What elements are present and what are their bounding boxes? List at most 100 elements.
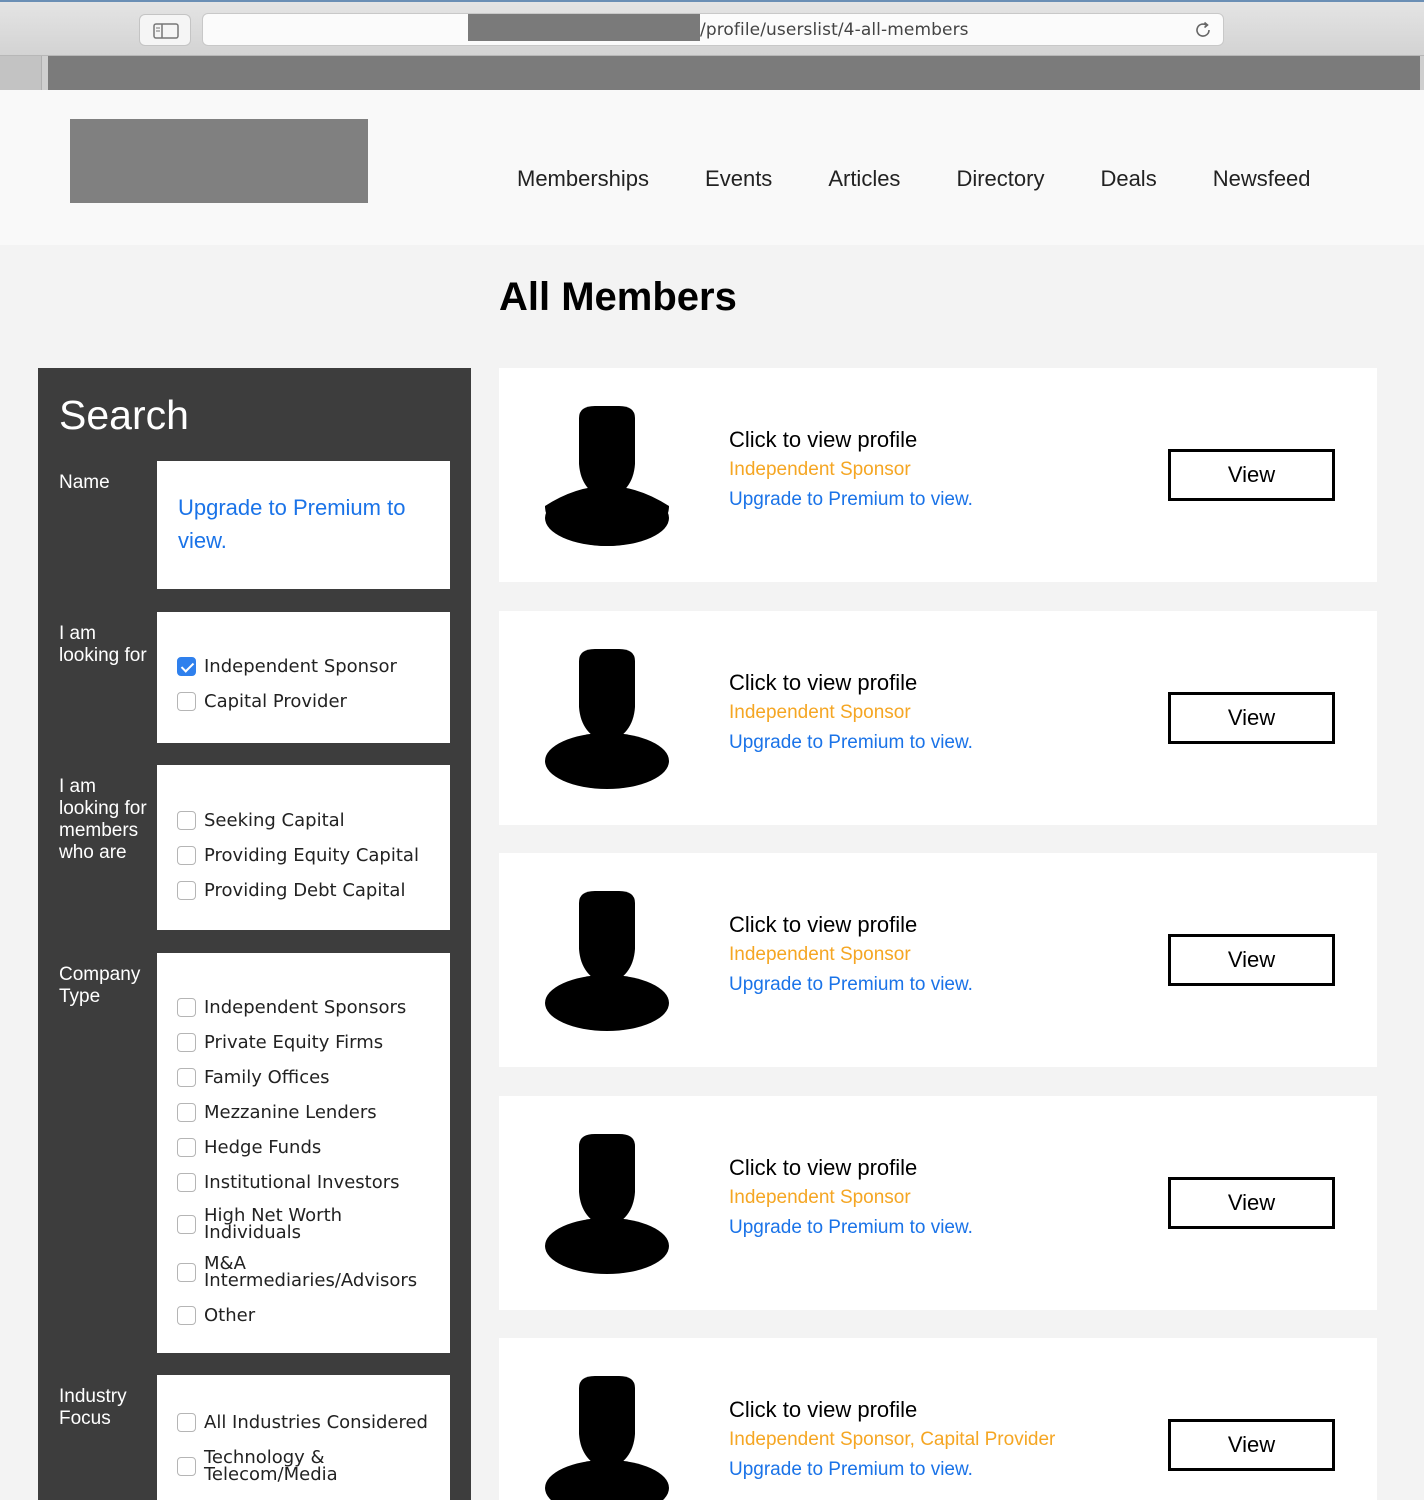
checkbox-label: Capital Provider [204, 691, 347, 712]
checkbox-icon[interactable] [177, 811, 196, 830]
checkbox-label: Hedge Funds [204, 1137, 322, 1158]
checkbox-all-industries[interactable]: All Industries Considered [177, 1405, 450, 1440]
nav-directory[interactable]: Directory [956, 166, 1044, 192]
tab-active[interactable] [48, 56, 1420, 91]
reload-icon[interactable] [1192, 19, 1214, 41]
looking-for-field: Independent Sponsor Capital Provider [157, 612, 450, 743]
member-card[interactable]: Click to view profile Independent Sponso… [499, 1096, 1377, 1310]
checkbox-label: Seeking Capital [204, 810, 345, 831]
checkbox-label: Technology & Telecom/Media [204, 1447, 338, 1485]
sidebar-toggle-button[interactable] [139, 14, 191, 46]
checkbox-icon[interactable] [177, 1103, 196, 1122]
checkbox-checked-icon[interactable] [177, 657, 196, 676]
checkbox-icon[interactable] [177, 1262, 196, 1282]
person-silhouette-icon [545, 1134, 669, 1274]
checkbox-icon[interactable] [177, 692, 196, 711]
member-card[interactable]: Click to view profile Independent Sponso… [499, 368, 1377, 582]
member-title-link[interactable]: Click to view profile [729, 425, 973, 455]
industry-focus-field: All Industries Considered Technology & T… [157, 1375, 450, 1500]
checkbox-label: Institutional Investors [204, 1172, 400, 1193]
checkbox-mezzanine-lenders[interactable]: Mezzanine Lenders [177, 1095, 450, 1130]
member-role: Independent Sponsor [729, 459, 911, 480]
member-info: Click to view profile Independent Sponso… [729, 668, 973, 758]
checkbox-label: Other [204, 1304, 256, 1326]
browser-chrome: /profile/userslist/4-all-members [0, 0, 1424, 92]
checkbox-icon[interactable] [177, 881, 196, 900]
member-role: Independent Sponsor [729, 702, 911, 723]
person-silhouette-icon [545, 891, 669, 1031]
member-card[interactable]: Click to view profile Independent Sponso… [499, 1338, 1377, 1500]
member-info: Click to view profile Independent Sponso… [729, 910, 973, 1000]
members-who-are-field: Seeking Capital Providing Equity Capital… [157, 765, 450, 930]
person-silhouette-icon [545, 1376, 669, 1500]
checkbox-icon[interactable] [177, 1068, 196, 1087]
checkbox-providing-debt[interactable]: Providing Debt Capital [177, 873, 450, 908]
member-upgrade-link[interactable]: Upgrade to Premium to view. [729, 485, 973, 515]
member-title-link[interactable]: Click to view profile [729, 1395, 1055, 1425]
members-who-are-label: I am looking for members who are [59, 776, 147, 863]
nav-events[interactable]: Events [705, 166, 772, 192]
name-upgrade-link[interactable]: Upgrade to Premium to view. [178, 495, 405, 553]
member-role: Independent Sponsor [729, 944, 911, 965]
checkbox-family-offices[interactable]: Family Offices [177, 1060, 450, 1095]
checkbox-label: Independent Sponsors [204, 997, 407, 1018]
member-upgrade-link[interactable]: Upgrade to Premium to view. [729, 728, 973, 758]
checkbox-icon[interactable] [177, 1138, 196, 1157]
company-type-field: Independent Sponsors Private Equity Firm… [157, 953, 450, 1353]
view-button[interactable]: View [1168, 934, 1335, 986]
site-logo[interactable] [70, 119, 368, 203]
checkbox-icon[interactable] [177, 1173, 196, 1192]
checkbox-label: Independent Sponsor [204, 656, 397, 677]
member-title-link[interactable]: Click to view profile [729, 1153, 973, 1183]
industry-focus-label: Industry Focus [59, 1386, 127, 1429]
checkbox-icon[interactable] [177, 846, 196, 865]
member-upgrade-link[interactable]: Upgrade to Premium to view. [729, 1213, 973, 1243]
tab-inactive[interactable] [0, 56, 42, 91]
checkbox-ma-intermediaries[interactable]: M&A Intermediaries/Advisors [177, 1248, 450, 1296]
person-silhouette-icon [545, 649, 669, 789]
member-info: Click to view profile Independent Sponso… [729, 425, 973, 515]
checkbox-icon[interactable] [177, 1305, 196, 1325]
member-card[interactable]: Click to view profile Independent Sponso… [499, 611, 1377, 825]
checkbox-icon[interactable] [177, 1033, 196, 1052]
name-field[interactable]: Upgrade to Premium to view. [157, 461, 450, 589]
checkbox-independent-sponsors[interactable]: Independent Sponsors [177, 990, 450, 1025]
browser-toolbar: /profile/userslist/4-all-members [0, 2, 1424, 56]
checkbox-other[interactable]: Other [177, 1296, 450, 1334]
checkbox-technology-telecom[interactable]: Technology & Telecom/Media [177, 1440, 450, 1492]
member-role: Independent Sponsor [729, 1187, 911, 1208]
member-upgrade-link[interactable]: Upgrade to Premium to view. [729, 1455, 1055, 1485]
page-title: All Members [499, 275, 737, 319]
company-type-label: Company Type [59, 964, 141, 1007]
checkbox-label: Family Offices [204, 1067, 330, 1088]
checkbox-institutional-investors[interactable]: Institutional Investors [177, 1165, 450, 1200]
view-button[interactable]: View [1168, 449, 1335, 501]
checkbox-providing-equity[interactable]: Providing Equity Capital [177, 838, 450, 873]
main-nav: Memberships Events Articles Directory De… [517, 166, 1311, 192]
checkbox-icon[interactable] [177, 1214, 196, 1234]
checkbox-capital-provider[interactable]: Capital Provider [177, 684, 450, 719]
checkbox-hedge-funds[interactable]: Hedge Funds [177, 1130, 450, 1165]
checkbox-private-equity[interactable]: Private Equity Firms [177, 1025, 450, 1060]
view-button[interactable]: View [1168, 1177, 1335, 1229]
view-button[interactable]: View [1168, 1419, 1335, 1471]
site-header: Memberships Events Articles Directory De… [0, 90, 1424, 245]
nav-deals[interactable]: Deals [1100, 166, 1156, 192]
member-role: Independent Sponsor, Capital Provider [729, 1429, 1056, 1450]
checkbox-high-net-worth[interactable]: High Net Worth Individuals [177, 1200, 450, 1248]
member-title-link[interactable]: Click to view profile [729, 668, 973, 698]
address-bar[interactable]: /profile/userslist/4-all-members [202, 13, 1224, 46]
checkbox-independent-sponsor[interactable]: Independent Sponsor [177, 649, 450, 684]
checkbox-label: Providing Debt Capital [204, 880, 406, 901]
checkbox-icon[interactable] [177, 1456, 196, 1476]
member-card[interactable]: Click to view profile Independent Sponso… [499, 853, 1377, 1067]
member-upgrade-link[interactable]: Upgrade to Premium to view. [729, 970, 973, 1000]
checkbox-icon[interactable] [177, 998, 196, 1017]
nav-newsfeed[interactable]: Newsfeed [1213, 166, 1311, 192]
nav-articles[interactable]: Articles [828, 166, 900, 192]
nav-memberships[interactable]: Memberships [517, 166, 649, 192]
checkbox-seeking-capital[interactable]: Seeking Capital [177, 803, 450, 838]
checkbox-icon[interactable] [177, 1413, 196, 1432]
view-button[interactable]: View [1168, 692, 1335, 744]
member-title-link[interactable]: Click to view profile [729, 910, 973, 940]
